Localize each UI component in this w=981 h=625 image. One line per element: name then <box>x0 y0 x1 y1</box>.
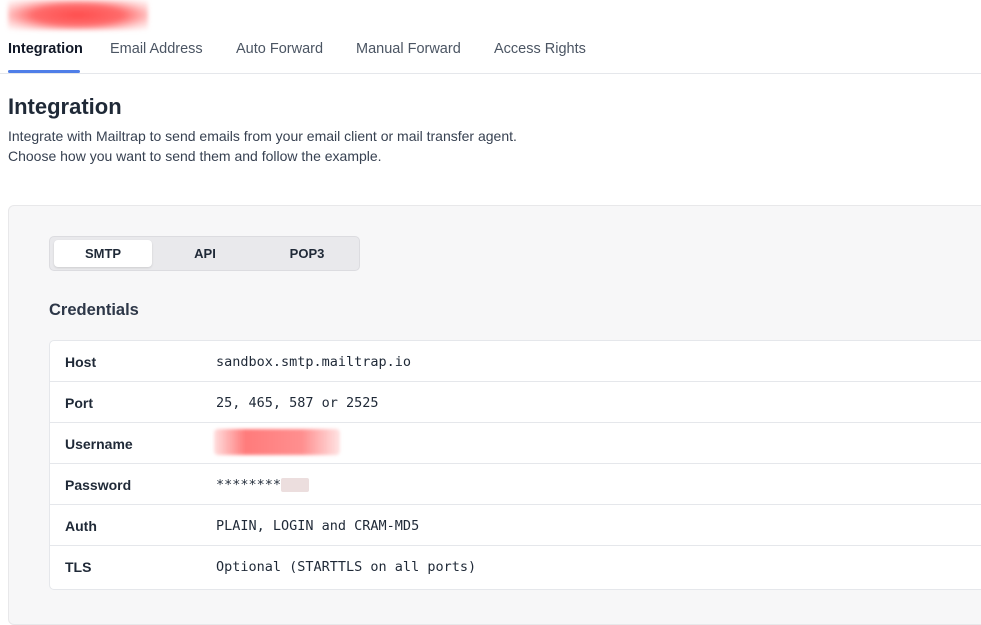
method-pop3-button[interactable]: POP3 <box>258 240 356 267</box>
active-tab-indicator <box>8 70 80 73</box>
tab-access-rights[interactable]: Access Rights <box>494 41 586 57</box>
credentials-table: Host sandbox.smtp.mailtrap.io Port 25, 4… <box>49 340 981 590</box>
credential-key: Auth <box>65 518 97 534</box>
credential-row-auth: Auth PLAIN, LOGIN and CRAM-MD5 <box>50 505 981 546</box>
credential-key: Host <box>65 354 97 370</box>
credential-value-password[interactable]: ******** <box>216 477 310 493</box>
credential-value-auth[interactable]: PLAIN, LOGIN and CRAM-MD5 <box>216 518 419 534</box>
integration-panel: SMTP API POP3 Credentials Host sandbox.s… <box>8 205 981 625</box>
credential-row-username: Username <box>50 423 981 464</box>
credentials-title: Credentials <box>49 301 139 319</box>
tab-bar: Integration Email Address Auto Forward M… <box>0 28 981 74</box>
credential-key: Port <box>65 395 93 411</box>
tab-auto-forward[interactable]: Auto Forward <box>236 41 323 57</box>
redacted-inbox-name <box>8 0 148 30</box>
password-mask: ******** <box>216 477 282 493</box>
credential-row-port: Port 25, 465, 587 or 2525 <box>50 382 981 423</box>
credential-key: Username <box>65 436 133 452</box>
credential-value-tls[interactable]: Optional (STARTTLS on all ports) <box>216 559 476 575</box>
credential-key: Password <box>65 477 132 493</box>
redacted-username[interactable] <box>214 429 340 455</box>
tab-manual-forward[interactable]: Manual Forward <box>356 41 461 57</box>
page-description-line2: Choose how you want to send them and fol… <box>8 148 382 164</box>
credential-row-tls: TLS Optional (STARTTLS on all ports) <box>50 546 981 587</box>
method-smtp-button[interactable]: SMTP <box>54 240 152 267</box>
method-api-button[interactable]: API <box>156 240 254 267</box>
credential-row-password: Password ******** <box>50 464 981 505</box>
redacted-password-tail <box>281 478 310 492</box>
credential-key: TLS <box>65 559 92 575</box>
credential-value-port[interactable]: 25, 465, 587 or 2525 <box>216 395 379 411</box>
page-title: Integration <box>8 94 122 119</box>
tab-email-address[interactable]: Email Address <box>110 41 203 57</box>
credential-row-host: Host sandbox.smtp.mailtrap.io <box>50 341 981 382</box>
page-description-line1: Integrate with Mailtrap to send emails f… <box>8 128 517 144</box>
method-switcher: SMTP API POP3 <box>49 236 360 271</box>
credential-value-host[interactable]: sandbox.smtp.mailtrap.io <box>216 354 411 370</box>
tab-integration[interactable]: Integration <box>8 41 83 57</box>
